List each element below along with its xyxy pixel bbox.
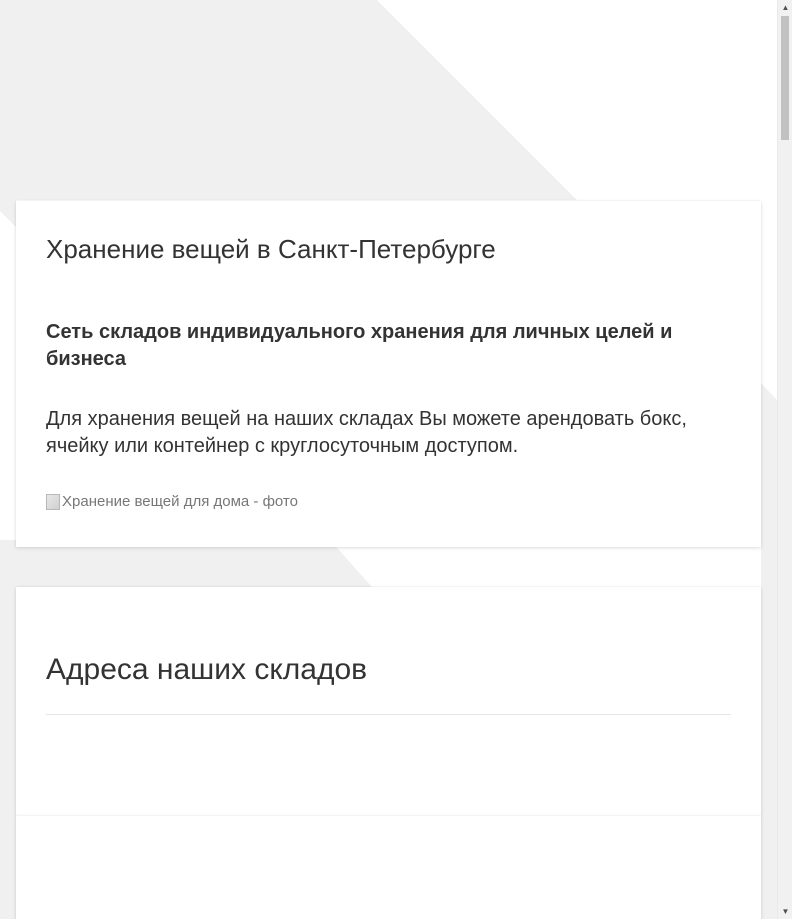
next-card (16, 816, 761, 919)
hero-image-alt: Хранение вещей для дома - фото (62, 493, 298, 510)
addresses-title: Адреса наших складов (46, 653, 368, 686)
hero-card: Хранение вещей в Санкт-Петербурге Сеть с… (16, 201, 761, 547)
addresses-divider (46, 714, 731, 715)
hero-description: Для хранения вещей на наших складах Вы м… (46, 408, 687, 457)
page-title: Хранение вещей в Санкт-Петербурге (46, 234, 496, 264)
scrollbar-thumb[interactable] (781, 16, 789, 140)
addresses-card: Адреса наших складов (16, 587, 761, 816)
hero-subtitle: Сеть складов индивидуального хранения дл… (46, 321, 673, 370)
bg-shape-top (0, 0, 577, 227)
scroll-up-arrow-icon[interactable]: ▲ (778, 0, 792, 15)
scroll-down-arrow-icon[interactable]: ▼ (778, 904, 792, 919)
broken-image-icon (46, 493, 60, 510)
bg-shape-right (761, 383, 777, 919)
vertical-scrollbar[interactable]: ▲ ▼ (777, 0, 792, 919)
page-viewport: Хранение вещей в Санкт-Петербурге Сеть с… (0, 0, 792, 919)
hero-image: Хранение вещей для дома - фото (46, 493, 298, 510)
